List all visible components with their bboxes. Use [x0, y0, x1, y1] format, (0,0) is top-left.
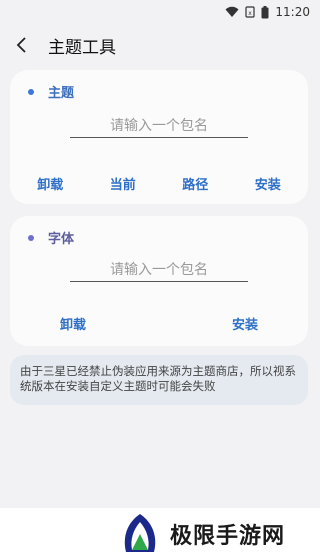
status-time: 11:20: [275, 5, 310, 19]
sim-icon: x: [245, 6, 256, 18]
font-card: 字体 卸载 安装: [10, 216, 308, 346]
theme-package-input[interactable]: [70, 114, 248, 138]
bullet-dot-icon: [28, 234, 34, 241]
brand-name: 极限手游网: [170, 524, 286, 549]
theme-current-button[interactable]: 当前: [106, 172, 140, 195]
font-uninstall-button[interactable]: 卸载: [56, 312, 90, 335]
back-button[interactable]: [0, 26, 44, 64]
font-package-input[interactable]: [70, 258, 248, 282]
theme-uninstall-button[interactable]: 卸载: [33, 172, 67, 195]
app-bar: 主题工具: [0, 26, 320, 64]
theme-section-header: 主题: [28, 82, 74, 101]
theme-card: 主题 卸载 当前 路径 安装: [10, 70, 308, 204]
wifi-icon: [225, 6, 239, 18]
chevron-left-icon: [16, 37, 26, 53]
font-install-button[interactable]: 安装: [228, 312, 262, 335]
svg-text:x: x: [249, 10, 253, 17]
watermark-brand: 极限手游网: [118, 512, 285, 556]
theme-section-label: 主题: [48, 86, 75, 101]
page-title: 主题工具: [48, 37, 116, 58]
battery-icon: [261, 5, 269, 19]
brand-logo-icon: [124, 514, 156, 552]
theme-install-button[interactable]: 安装: [251, 172, 285, 195]
warning-notice: 由于三星已经禁止伪装应用来源为主题商店，所以视系统版本在安装自定义主题时可能会失…: [10, 355, 308, 405]
status-bar: x 11:20: [0, 0, 320, 24]
font-actions: 卸载 安装: [10, 312, 308, 335]
theme-path-button[interactable]: 路径: [178, 172, 212, 195]
font-section-header: 字体: [28, 228, 74, 247]
bullet-dot-icon: [28, 88, 34, 95]
font-section-label: 字体: [48, 232, 75, 247]
theme-actions: 卸载 当前 路径 安装: [10, 172, 308, 195]
